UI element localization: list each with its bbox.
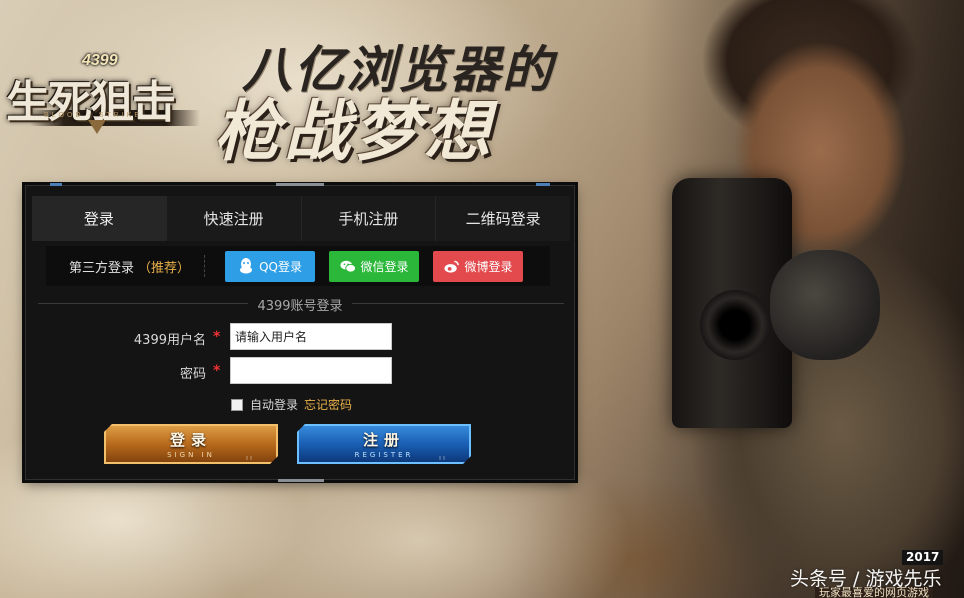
password-label: 密码 — [179, 367, 206, 382]
tab-qrcode-login[interactable]: 二维码登录 — [436, 196, 570, 241]
panel-accent — [536, 183, 550, 186]
third-party-label: 第三方登录 — [69, 260, 135, 276]
login-button-label: 登录 — [169, 431, 212, 449]
tab-quick-register[interactable]: 快速注册 — [166, 196, 302, 241]
auto-login-label: 自动登录 — [250, 398, 299, 412]
weibo-icon — [443, 258, 460, 274]
qq-login-label: QQ登录 — [259, 259, 302, 274]
password-input[interactable] — [230, 357, 392, 384]
watermark-subtext: 玩家最喜爱的网页游戏 — [815, 587, 933, 598]
forgot-password-link[interactable]: 忘记密码 — [304, 396, 352, 413]
login-button-sublabel: SIGN IN — [167, 451, 215, 459]
wechat-icon — [339, 258, 356, 274]
rifle-barrel-artwork — [700, 290, 770, 360]
weibo-login-label: 微博登录 — [464, 259, 513, 274]
watermark-year-badge: 2017 — [902, 550, 944, 565]
register-button-sublabel: REGISTER — [354, 451, 414, 459]
tab-login[interactable]: 登录 — [32, 196, 167, 241]
username-required-mark: * — [213, 329, 221, 345]
auto-login-row: 自动登录 忘记密码 — [231, 396, 352, 413]
third-party-separator — [204, 255, 206, 277]
login-panel: 登录 快速注册 手机注册 二维码登录 第三方登录 （推荐） QQ登录 微信登录 … — [25, 183, 575, 482]
panel-accent — [50, 183, 62, 186]
panel-accent — [278, 479, 324, 482]
qq-penguin-icon — [238, 258, 254, 274]
qq-login-button[interactable]: QQ登录 — [225, 250, 316, 282]
tab-phone-register[interactable]: 手机注册 — [301, 196, 437, 241]
panel-accent — [276, 183, 324, 186]
account-login-title: 4399账号登录 — [248, 295, 352, 314]
weibo-login-button[interactable]: 微博登录 — [433, 250, 524, 282]
wechat-login-button[interactable]: 微信登录 — [329, 250, 420, 282]
game-logo: 4399 生死狙击 BLOOD · STRIKE — [0, 52, 212, 142]
button-decoration — [439, 456, 445, 460]
button-decoration — [246, 456, 252, 460]
third-party-recommend: （推荐） — [138, 260, 191, 276]
glove-artwork — [770, 250, 880, 360]
slogan-line-2: 枪战梦想 — [214, 93, 494, 170]
login-tabs: 登录 快速注册 手机注册 二维码登录 — [32, 196, 570, 241]
auto-login-checkbox[interactable] — [231, 398, 243, 411]
password-required-mark: * — [213, 363, 221, 379]
logo-subtitle: BLOOD · STRIKE — [44, 112, 143, 119]
username-label: 4399用户名 — [133, 333, 206, 348]
register-button[interactable]: 注册 REGISTER — [297, 424, 471, 464]
login-button[interactable]: 登录 SIGN IN — [104, 424, 278, 464]
register-button-label: 注册 — [362, 431, 405, 449]
wechat-login-label: 微信登录 — [360, 259, 409, 274]
third-party-login-row: 第三方登录 （推荐） QQ登录 微信登录 微博登录 — [46, 246, 550, 286]
username-input[interactable] — [230, 323, 392, 350]
